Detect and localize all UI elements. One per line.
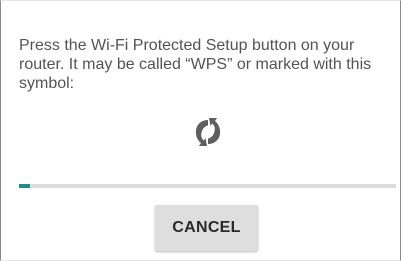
wps-dialog: Press the Wi-Fi Protected Setup button o… bbox=[0, 0, 401, 261]
wps-progress-fill bbox=[19, 184, 31, 188]
wps-sync-icon bbox=[191, 116, 225, 148]
cancel-button[interactable]: CANCEL bbox=[155, 205, 258, 251]
wps-progress-bar bbox=[19, 184, 396, 188]
wps-instruction-text: Press the Wi-Fi Protected Setup button o… bbox=[19, 37, 372, 92]
